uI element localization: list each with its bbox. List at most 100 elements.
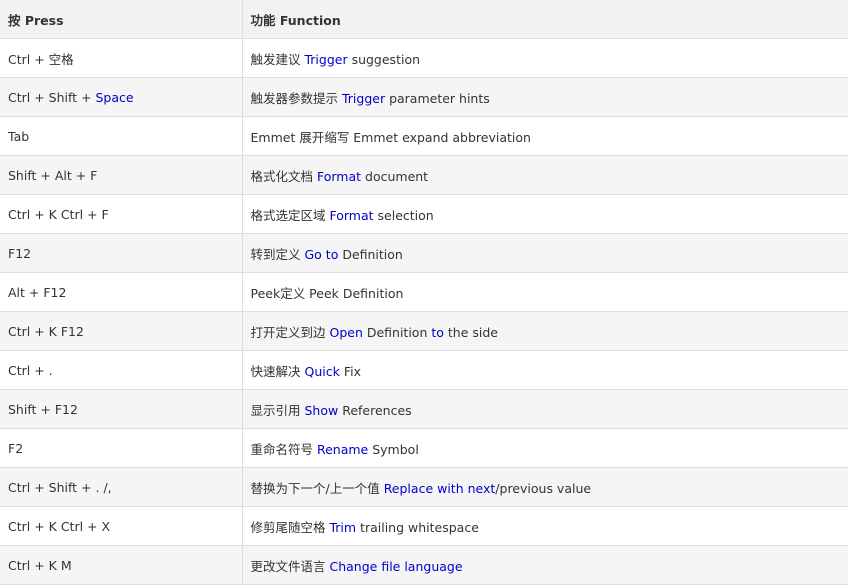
table-row: Ctrl + 空格 触发建议 Trigger suggestion <box>0 38 848 78</box>
plain-text: Ctrl + Shift + . /, <box>8 479 112 495</box>
function-cell: 触发建议 Trigger suggestion <box>241 38 848 78</box>
function-cell: 更改文件语言 Change file language <box>241 545 848 585</box>
table-row: Ctrl + Shift + Space 触发器参数提示 Trigger para… <box>0 77 848 117</box>
table-row: Ctrl + K Ctrl + F 格式选定区域 Format selection <box>0 194 848 234</box>
plain-text: 替换为下一个/上一个值 <box>250 480 384 496</box>
plain-text: Ctrl + K Ctrl + F <box>8 206 109 222</box>
keyword-text: Change file language <box>329 558 463 574</box>
table-row: Ctrl + . 快速解决 Quick Fix <box>0 350 848 390</box>
press-cell: Ctrl + K F12 <box>0 311 243 351</box>
plain-text: Tab <box>8 128 30 144</box>
keyword-text: Rename <box>316 441 369 457</box>
keyword-text: Trim <box>329 519 357 535</box>
table-header: 按 Press 功能 Function <box>0 0 848 39</box>
plain-text: 更改文件语言 <box>250 558 330 574</box>
plain-text: 格式化文档 <box>250 168 317 184</box>
plain-text: 触发器参数提示 <box>250 90 342 106</box>
press-cell: Ctrl + K Ctrl + X <box>0 506 243 546</box>
plain-text: Fix <box>339 363 361 379</box>
plain-text: Alt + F12 <box>8 284 67 300</box>
keyword-text: Format <box>316 168 362 184</box>
table-row: F2 重命名符号 Rename Symbol <box>0 428 848 468</box>
plain-text: Symbol <box>368 441 419 457</box>
keyword-text: Replace with next <box>383 480 496 496</box>
keyword-text: Format <box>329 207 374 223</box>
keyword-text: Trigger <box>341 90 386 106</box>
plain-text: Ctrl + Shift + <box>8 89 96 105</box>
press-cell: Shift + F12 <box>0 389 243 429</box>
press-cell: F12 <box>0 233 243 273</box>
plain-text: 转到定义 <box>250 246 305 262</box>
table-row: Ctrl + K Ctrl + X 修剪尾随空格 Trim trailing wh… <box>0 506 848 546</box>
plain-text: 触发建议 <box>250 51 305 67</box>
plain-text: /previous value <box>495 480 592 496</box>
plain-text: Ctrl + K M <box>8 557 72 573</box>
keyword-text: Space <box>95 89 134 105</box>
plain-text: Ctrl + . <box>8 362 53 378</box>
press-cell: Alt + F12 <box>0 272 243 312</box>
plain-text: 打开定义到边 <box>250 324 330 340</box>
plain-text: Shift + Alt + F <box>8 167 98 183</box>
press-cell: Ctrl + K M <box>0 545 243 585</box>
press-cell: Ctrl + 空格 <box>0 38 243 78</box>
plain-text: suggestion <box>347 51 421 67</box>
plain-text: Definition <box>362 324 432 340</box>
function-cell: Peek定义 Peek Definition <box>241 272 848 312</box>
plain-text: Shift + F12 <box>8 401 78 417</box>
press-cell: Ctrl + . <box>0 350 243 390</box>
plain-text: Ctrl + K F12 <box>8 323 84 339</box>
table-row: Ctrl + K M 更改文件语言 Change file language <box>0 545 848 585</box>
plain-text: 格式选定区域 <box>250 207 330 223</box>
function-cell: 修剪尾随空格 Trim trailing whitespace <box>241 506 848 546</box>
keyword-text: to <box>431 324 444 340</box>
press-cell: Ctrl + K Ctrl + F <box>0 194 243 234</box>
function-cell: 打开定义到边 Open Definition to the side <box>241 311 848 351</box>
plain-text: parameter hints <box>385 90 490 106</box>
header-press: 按 Press <box>0 0 243 39</box>
plain-text: selection <box>373 207 434 223</box>
function-cell: 转到定义 Go to Definition <box>241 233 848 273</box>
table-row: Tab Emmet 展开缩写 Emmet expand abbreviation <box>0 116 848 156</box>
plain-text: 快速解决 <box>250 363 305 379</box>
keyword-text: Show <box>304 402 339 418</box>
keyword-text: Trigger <box>304 51 348 67</box>
table-row: F12 转到定义 Go to Definition <box>0 233 848 273</box>
keyword-text: Go to <box>304 246 339 262</box>
function-cell: 触发器参数提示 Trigger parameter hints <box>241 77 848 117</box>
press-cell: Tab <box>0 116 243 156</box>
function-cell: 替换为下一个/上一个值 Replace with next/previous v… <box>241 467 848 507</box>
plain-text: 显示引用 <box>250 402 305 418</box>
plain-text: Emmet 展开缩写 Emmet expand abbreviation <box>250 129 531 145</box>
function-cell: 格式化文档 Format document <box>241 155 848 195</box>
table-row: Ctrl + Shift + . /, 替换为下一个/上一个值 Replace w… <box>0 467 848 507</box>
plain-text: 重命名符号 <box>250 441 317 457</box>
plain-text: F12 <box>8 245 32 261</box>
keyword-text: Open <box>329 324 363 340</box>
table-row: Ctrl + K F12 打开定义到边 Open Definition to th… <box>0 311 848 351</box>
plain-text: document <box>361 168 429 184</box>
press-cell: Shift + Alt + F <box>0 155 243 195</box>
plain-text: Definition <box>338 246 403 262</box>
shortcut-table: 按 Press 功能 Function Ctrl + 空格 触发建议 Trigge… <box>0 0 848 585</box>
table-body: Ctrl + 空格 触发建议 Trigger suggestion Ctrl + S… <box>0 38 848 585</box>
table-row: Alt + F12 Peek定义 Peek Definition <box>0 272 848 312</box>
function-cell: 格式选定区域 Format selection <box>241 194 848 234</box>
press-cell: Ctrl + Shift + Space <box>0 77 243 117</box>
plain-text: References <box>338 402 412 418</box>
table-row: Shift + Alt + F 格式化文档 Format document <box>0 155 848 195</box>
plain-text: the side <box>443 324 498 340</box>
plain-text: Ctrl + 空格 <box>8 51 74 67</box>
header-function: 功能 Function <box>241 0 848 39</box>
press-cell: Ctrl + Shift + . /, <box>0 467 243 507</box>
press-cell: F2 <box>0 428 243 468</box>
plain-text: F2 <box>8 440 24 456</box>
function-cell: 重命名符号 Rename Symbol <box>241 428 848 468</box>
table-row: Shift + F12 显示引用 Show References <box>0 389 848 429</box>
keyword-text: Quick <box>304 363 340 379</box>
function-cell: 快速解决 Quick Fix <box>241 350 848 390</box>
header-row: 按 Press 功能 Function <box>0 0 848 39</box>
function-cell: 显示引用 Show References <box>241 389 848 429</box>
plain-text: Ctrl + K Ctrl + X <box>8 518 111 534</box>
plain-text: Peek定义 Peek Definition <box>250 285 404 301</box>
plain-text: 修剪尾随空格 <box>250 519 330 535</box>
